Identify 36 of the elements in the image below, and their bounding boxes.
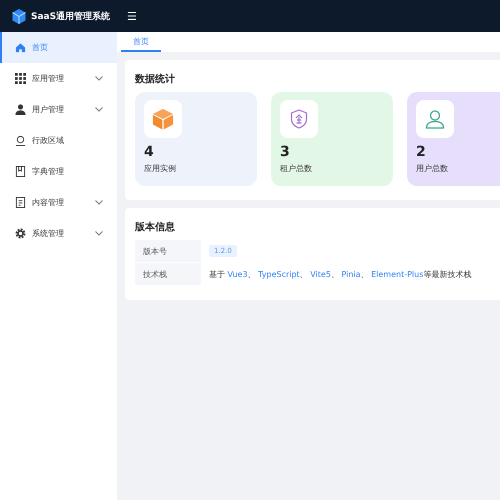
row-label: 版本号 xyxy=(135,240,201,263)
stat-value: 4 xyxy=(144,144,155,160)
sidebar-item[interactable]: 内容管理 xyxy=(0,187,117,218)
app-title: SaaS通用管理系统 xyxy=(31,10,110,22)
cube-logo-icon xyxy=(12,8,26,24)
section-title: 数据统计 xyxy=(135,72,176,86)
row-label: 技术栈 xyxy=(135,263,201,286)
home-icon xyxy=(15,42,26,53)
sidebar-item[interactable]: 应用管理 xyxy=(0,63,117,94)
document-icon xyxy=(15,197,26,208)
stat-label: 用户总数 xyxy=(416,163,449,174)
stat-label: 应用实例 xyxy=(144,163,177,174)
cube-icon xyxy=(152,108,174,130)
tech-link[interactable]: TypeScript xyxy=(258,270,300,278)
stat-label: 租户总数 xyxy=(280,163,313,174)
section-title: 版本信息 xyxy=(135,220,176,234)
sidebar-item[interactable]: 系统管理 xyxy=(0,218,117,249)
stat-value: 3 xyxy=(280,144,291,160)
sidebar-item[interactable]: 用户管理 xyxy=(0,94,117,125)
sidebar-item[interactable]: 字典管理 xyxy=(0,156,117,187)
tech-link[interactable]: Element-Plus xyxy=(371,270,424,278)
tech-link[interactable]: Vue3 xyxy=(228,270,248,278)
tab[interactable]: 首页 xyxy=(121,32,161,52)
settings-icon xyxy=(15,228,26,239)
tech-link[interactable]: Pinia xyxy=(341,270,361,278)
menu-toggle[interactable]: ☰ xyxy=(127,10,137,22)
stat-value: 2 xyxy=(416,144,427,160)
location-icon xyxy=(15,135,26,146)
sidebar-item[interactable]: 行政区域 xyxy=(0,125,117,156)
tech-stack-text: 基于 Vue3、 TypeScript、 Vite5、 Pinia、 Element-Plus等最新技术栈 xyxy=(209,268,472,280)
tech-link[interactable]: Vite5 xyxy=(310,270,331,278)
user-icon xyxy=(15,104,26,115)
book-icon xyxy=(15,166,26,177)
person-icon xyxy=(425,109,445,129)
shield-icon xyxy=(290,109,308,129)
grid-icon xyxy=(15,73,26,84)
